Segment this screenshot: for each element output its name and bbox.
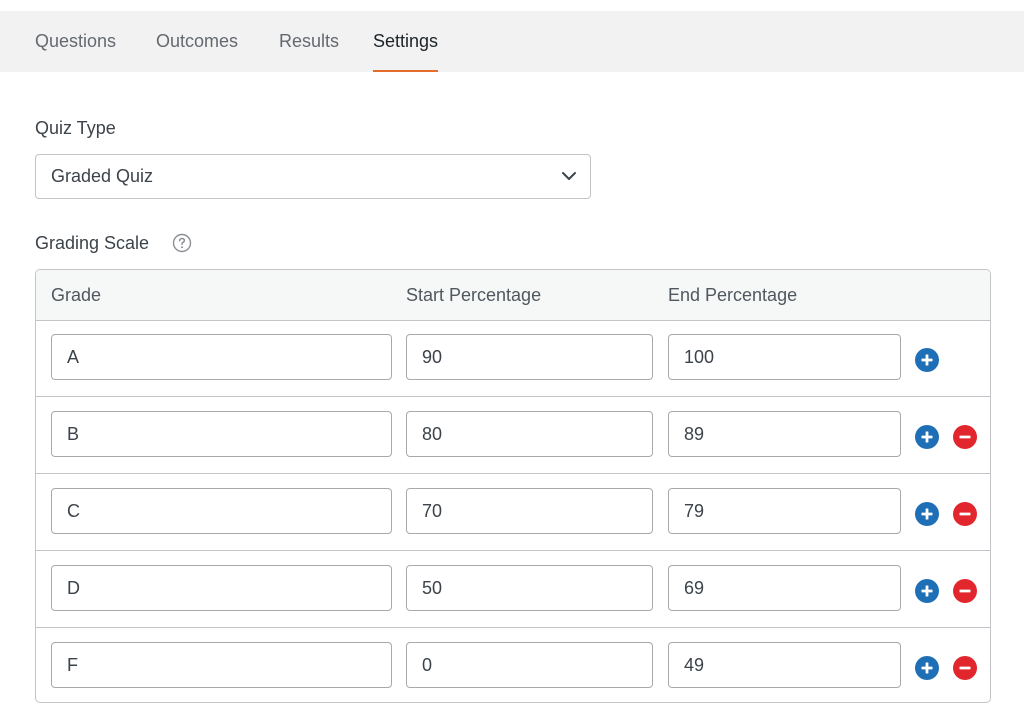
remove-row-icon[interactable] [953, 425, 977, 449]
tab-questions[interactable]: Questions [35, 11, 116, 72]
grade-input[interactable]: A [51, 334, 392, 380]
grade-input[interactable]: C [51, 488, 392, 534]
grading-scale-table: Grade Start Percentage End Percentage A … [35, 269, 991, 703]
table-row: A 90 100 [36, 320, 990, 397]
quiz-type-label: Quiz Type [35, 118, 116, 138]
tab-outcomes[interactable]: Outcomes [156, 11, 238, 72]
tab-bar: Questions Outcomes Results Settings [0, 11, 1024, 72]
table-row: B 80 89 [36, 397, 990, 474]
question-circle-icon[interactable] [172, 233, 192, 253]
remove-row-icon[interactable] [953, 579, 977, 603]
table-row: C 70 79 [36, 474, 990, 551]
quiz-type-select[interactable]: Graded Quiz [35, 154, 591, 199]
start-percentage-input[interactable]: 80 [406, 411, 653, 457]
end-percentage-input[interactable]: 89 [668, 411, 901, 457]
start-percentage-input[interactable]: 0 [406, 642, 653, 688]
column-header-start-percentage: Start Percentage [406, 285, 542, 305]
grade-input[interactable]: F [51, 642, 392, 688]
column-header-end-percentage: End Percentage [668, 285, 798, 305]
add-row-icon[interactable] [915, 579, 939, 603]
table-header: Grade Start Percentage End Percentage [36, 270, 990, 321]
table-row: D 50 69 [36, 551, 990, 628]
end-percentage-input[interactable]: 49 [668, 642, 901, 688]
add-row-icon[interactable] [915, 348, 939, 372]
remove-row-icon[interactable] [953, 502, 977, 526]
quiz-type-selected-value: Graded Quiz [51, 166, 154, 186]
end-percentage-input[interactable]: 79 [668, 488, 901, 534]
grade-input[interactable]: D [51, 565, 392, 611]
start-percentage-input[interactable]: 50 [406, 565, 653, 611]
start-percentage-input[interactable]: 90 [406, 334, 653, 380]
remove-row-icon[interactable] [953, 656, 977, 680]
table-row: F 0 49 [36, 628, 990, 702]
end-percentage-input[interactable]: 100 [668, 334, 901, 380]
add-row-icon[interactable] [915, 425, 939, 449]
tab-results[interactable]: Results [279, 11, 339, 72]
end-percentage-input[interactable]: 69 [668, 565, 901, 611]
tab-settings[interactable]: Settings [373, 11, 439, 72]
start-percentage-input[interactable]: 70 [406, 488, 653, 534]
column-header-grade: Grade [51, 285, 102, 305]
grade-input[interactable]: B [51, 411, 392, 457]
add-row-icon[interactable] [915, 656, 939, 680]
chevron-down-icon [562, 172, 576, 180]
add-row-icon[interactable] [915, 502, 939, 526]
grading-scale-label: Grading Scale [35, 233, 150, 253]
